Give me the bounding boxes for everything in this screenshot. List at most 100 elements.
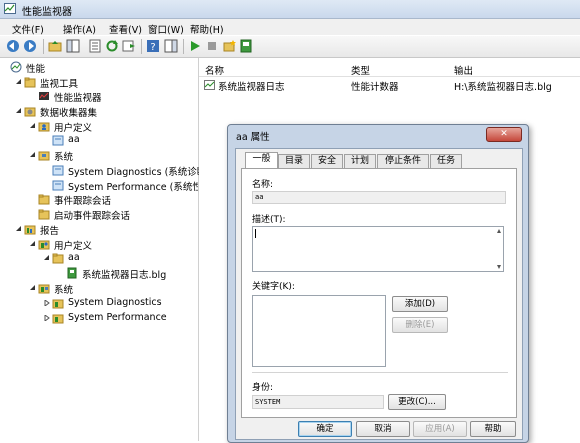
menu-action[interactable]: 操作(A) <box>63 22 96 36</box>
export-icon[interactable] <box>122 39 136 53</box>
properties-dialog: aa 属性 ✕ 一般 目录 安全 计划 停止条件 任务 名称: aa 描述(T)… <box>227 124 529 443</box>
new-icon[interactable] <box>222 39 236 53</box>
window-title: 性能监视器 <box>22 7 72 18</box>
keywords-list[interactable] <box>252 295 386 367</box>
add-button[interactable]: 添加(D) <box>392 296 448 312</box>
stop-icon[interactable] <box>205 39 219 53</box>
general-tab-panel: 名称: aa 描述(T): 关键字(K): 添加(D) 删除(E) 身份: SY… <box>241 168 517 418</box>
show-hide-tree-icon[interactable] <box>66 39 80 53</box>
tree-label: 启动事件跟踪会话 <box>54 211 131 222</box>
up-folder-icon[interactable] <box>48 39 62 53</box>
tab-general[interactable]: 一般 <box>245 152 278 169</box>
refresh-icon[interactable] <box>105 39 119 53</box>
ok-button[interactable]: 确定 <box>298 421 352 437</box>
collector-icon[interactable] <box>239 39 253 53</box>
folder-icon <box>38 194 50 205</box>
tree-label: System Diagnostics <box>68 297 162 308</box>
separator <box>252 372 508 373</box>
svg-text:?: ? <box>150 42 155 53</box>
tab-stop-condition[interactable]: 停止条件 <box>377 154 429 168</box>
description-field[interactable] <box>252 226 504 272</box>
tab-task[interactable]: 任务 <box>430 154 462 168</box>
expanded-arrow-icon[interactable] <box>44 255 50 261</box>
keywords-label: 关键字(K): <box>252 282 295 292</box>
tree-node-system-performance[interactable]: System Performance (系统性能 <box>44 178 198 192</box>
row-output: H:\系统监视器日志.blg <box>454 82 552 93</box>
tree-node-reports[interactable]: 报告 <box>16 222 192 237</box>
tree-label: 监视工具 <box>40 79 79 90</box>
list-header: 名称 类型 输出 <box>199 62 580 77</box>
scroll-up-icon[interactable] <box>496 228 502 234</box>
tree-node-user-defined[interactable]: 用户定义 <box>30 119 192 134</box>
show-action-pane-icon[interactable] <box>164 39 178 53</box>
back-icon[interactable] <box>6 39 20 53</box>
help-icon[interactable]: ? <box>146 39 160 53</box>
expanded-arrow-icon[interactable] <box>16 79 22 85</box>
tree-node-performance[interactable]: 性能 <box>2 60 192 75</box>
toolbar-separator <box>141 39 142 54</box>
tree-node-startup-event-trace-sessions[interactable]: 启动事件跟踪会话 <box>30 207 192 222</box>
tree-node-performance-monitor[interactable]: 性能监视器 <box>30 89 192 104</box>
folder-icon <box>52 299 64 309</box>
tree-node-data-collector-sets[interactable]: 数据收集器集 <box>16 104 192 119</box>
tree-label: 系统监视器日志.blg <box>82 270 167 281</box>
delete-button[interactable]: 删除(E) <box>392 317 448 333</box>
tree-node-monitoring-tools[interactable]: 监视工具 <box>16 75 192 90</box>
properties-icon[interactable] <box>88 39 102 53</box>
tree-label: 系统 <box>54 285 74 296</box>
expanded-arrow-icon[interactable] <box>30 152 36 158</box>
system-folder-icon <box>38 151 50 161</box>
toolbar-separator <box>183 39 184 54</box>
start-icon[interactable] <box>188 39 202 53</box>
menu-view[interactable]: 查看(V) <box>109 22 142 36</box>
row-type: 性能计数器 <box>351 82 399 93</box>
apply-button[interactable]: 应用(A) <box>413 421 467 437</box>
menu-file[interactable]: 文件(F) <box>12 22 44 36</box>
help-button[interactable]: 帮助 <box>470 421 516 437</box>
tree-node-reports-aa[interactable]: aa <box>44 251 192 265</box>
gear-icon <box>24 107 36 117</box>
tree-node-reports-system-performance[interactable]: System Performance <box>44 311 192 325</box>
column-header-name[interactable]: 名称 <box>205 63 224 77</box>
tree-node-system-diagnostics[interactable]: System Diagnostics (系统诊断) <box>44 163 210 178</box>
scroll-down-icon[interactable] <box>496 264 502 270</box>
tree-label: 数据收集器集 <box>40 108 98 119</box>
menu-window[interactable]: 窗口(W) <box>148 22 184 36</box>
tree-node-reports-system-diagnostics[interactable]: System Diagnostics <box>44 296 192 310</box>
name-field: aa <box>252 191 506 204</box>
counter-icon <box>204 80 215 90</box>
toolbar: ? <box>0 36 580 58</box>
expanded-arrow-icon[interactable] <box>30 123 36 129</box>
menu-help[interactable]: 帮助(H) <box>190 22 224 36</box>
expanded-arrow-icon[interactable] <box>30 285 36 291</box>
dialog-title: aa 属性 <box>236 132 270 143</box>
expanded-arrow-icon[interactable] <box>30 241 36 247</box>
toolbar-separator <box>43 39 44 54</box>
close-button[interactable]: ✕ <box>486 127 522 142</box>
navigation-tree: 性能 监视工具 性能监视器 数据收集器集 用户定义 aa 系统 System D… <box>0 58 210 441</box>
log-icon <box>67 267 77 279</box>
change-button[interactable]: 更改(C)... <box>388 394 446 410</box>
tab-security[interactable]: 安全 <box>311 154 343 168</box>
forward-icon[interactable] <box>23 39 37 53</box>
tab-directory[interactable]: 目录 <box>278 154 310 168</box>
cancel-button[interactable]: 取消 <box>356 421 410 437</box>
collapsed-arrow-icon[interactable] <box>44 315 50 321</box>
column-header-type[interactable]: 类型 <box>351 63 370 77</box>
tab-schedule[interactable]: 计划 <box>344 154 376 168</box>
collector-icon <box>52 165 64 176</box>
column-header-output[interactable]: 输出 <box>454 63 473 77</box>
tree-node-reports-user-defined[interactable]: 用户定义 <box>30 237 192 252</box>
menu-bar: 文件(F) 操作(A) 查看(V) 窗口(W) 帮助(H) <box>0 19 580 36</box>
tree-node-aa[interactable]: aa <box>44 133 192 147</box>
expanded-arrow-icon[interactable] <box>16 108 22 114</box>
tree-node-reports-system[interactable]: 系统 <box>30 281 192 296</box>
tree-node-event-trace-sessions[interactable]: 事件跟踪会话 <box>30 192 192 207</box>
tree-label: 用户定义 <box>54 123 93 134</box>
expanded-arrow-icon[interactable] <box>16 226 22 232</box>
folder-icon <box>52 314 64 324</box>
list-row[interactable]: 系统监视器日志 性能计数器 H:\系统监视器日志.blg <box>199 78 580 93</box>
tree-node-system[interactable]: 系统 <box>30 148 192 163</box>
tree-node-log-file[interactable]: 系统监视器日志.blg <box>58 266 192 281</box>
collapsed-arrow-icon[interactable] <box>44 300 50 306</box>
